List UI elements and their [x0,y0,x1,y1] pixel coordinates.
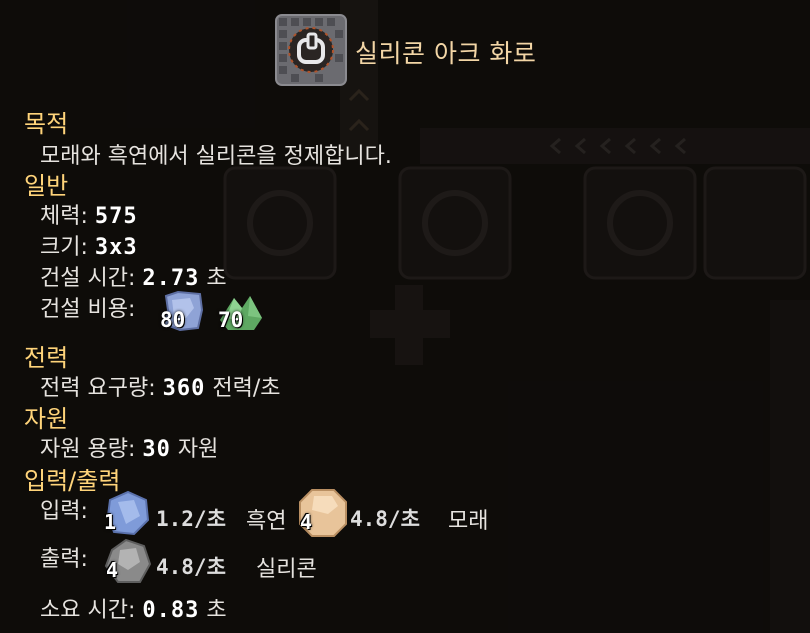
resource-row: 자원 용량: 30 자원 [40,431,218,463]
build-time-unit: 초 [206,266,227,291]
input-label: 입력: [40,499,88,524]
graphite-rate: 1.2/초 [156,507,226,531]
graphite-count-badge: 1 [104,510,117,534]
section-power-header: 전력 [24,344,69,372]
power-label: 전력 요구량: [40,376,156,401]
health-label: 체력: [40,204,88,229]
block-info-tooltip: 실리콘 아크 화로 목적 모래와 흑연에서 실리콘을 정제합니다. 일반 체력:… [0,0,810,633]
building-title: 실리콘 아크 화로 [355,39,537,68]
section-general-header: 일반 [24,172,69,200]
section-resource-header: 자원 [24,405,69,433]
build-time-label: 건설 시간: [40,266,136,291]
game-viewport: 실리콘 아크 화로 목적 모래와 흑연에서 실리콘을 정제합니다. 일반 체력:… [0,0,810,633]
graphite-name: 흑연 [246,509,287,534]
section-purpose-header: 목적 [24,110,69,138]
silicon-count-badge: 4 [106,558,119,582]
resource-label: 자원 용량: [40,437,136,462]
sand-rate: 4.8/초 [350,507,420,531]
power-value: 360 [162,376,206,401]
size-row: 크기: 3x3 [40,229,138,261]
silicon-arc-furnace-icon [275,14,347,86]
output-label: 출력: [40,547,88,572]
resource-value: 30 [142,437,171,462]
copper-cost-amount: 80 [160,308,186,332]
power-unit: 전력/초 [212,376,281,401]
health-value: 575 [94,204,138,229]
sand-name: 모래 [448,509,489,534]
silicon-name: 실리콘 [256,557,317,582]
craft-time-value: 0.83 [142,598,200,623]
resource-unit: 자원 [177,437,219,462]
health-row: 체력: 575 [40,198,138,230]
craft-time-label: 소요 시간: [40,598,136,623]
power-row: 전력 요구량: 360 전력/초 [40,370,281,402]
build-cost-label: 건설 비용: [40,297,136,322]
purpose-description: 모래와 흑연에서 실리콘을 정제합니다. [40,144,392,169]
size-value: 3x3 [94,235,138,260]
size-label: 크기: [40,235,88,260]
lead-cost-amount: 70 [218,308,244,332]
silicon-rate: 4.8/초 [156,555,226,579]
sand-count-badge: 4 [300,510,313,534]
craft-time-row: 소요 시간: 0.83 초 [40,592,227,624]
craft-time-unit: 초 [206,598,227,623]
